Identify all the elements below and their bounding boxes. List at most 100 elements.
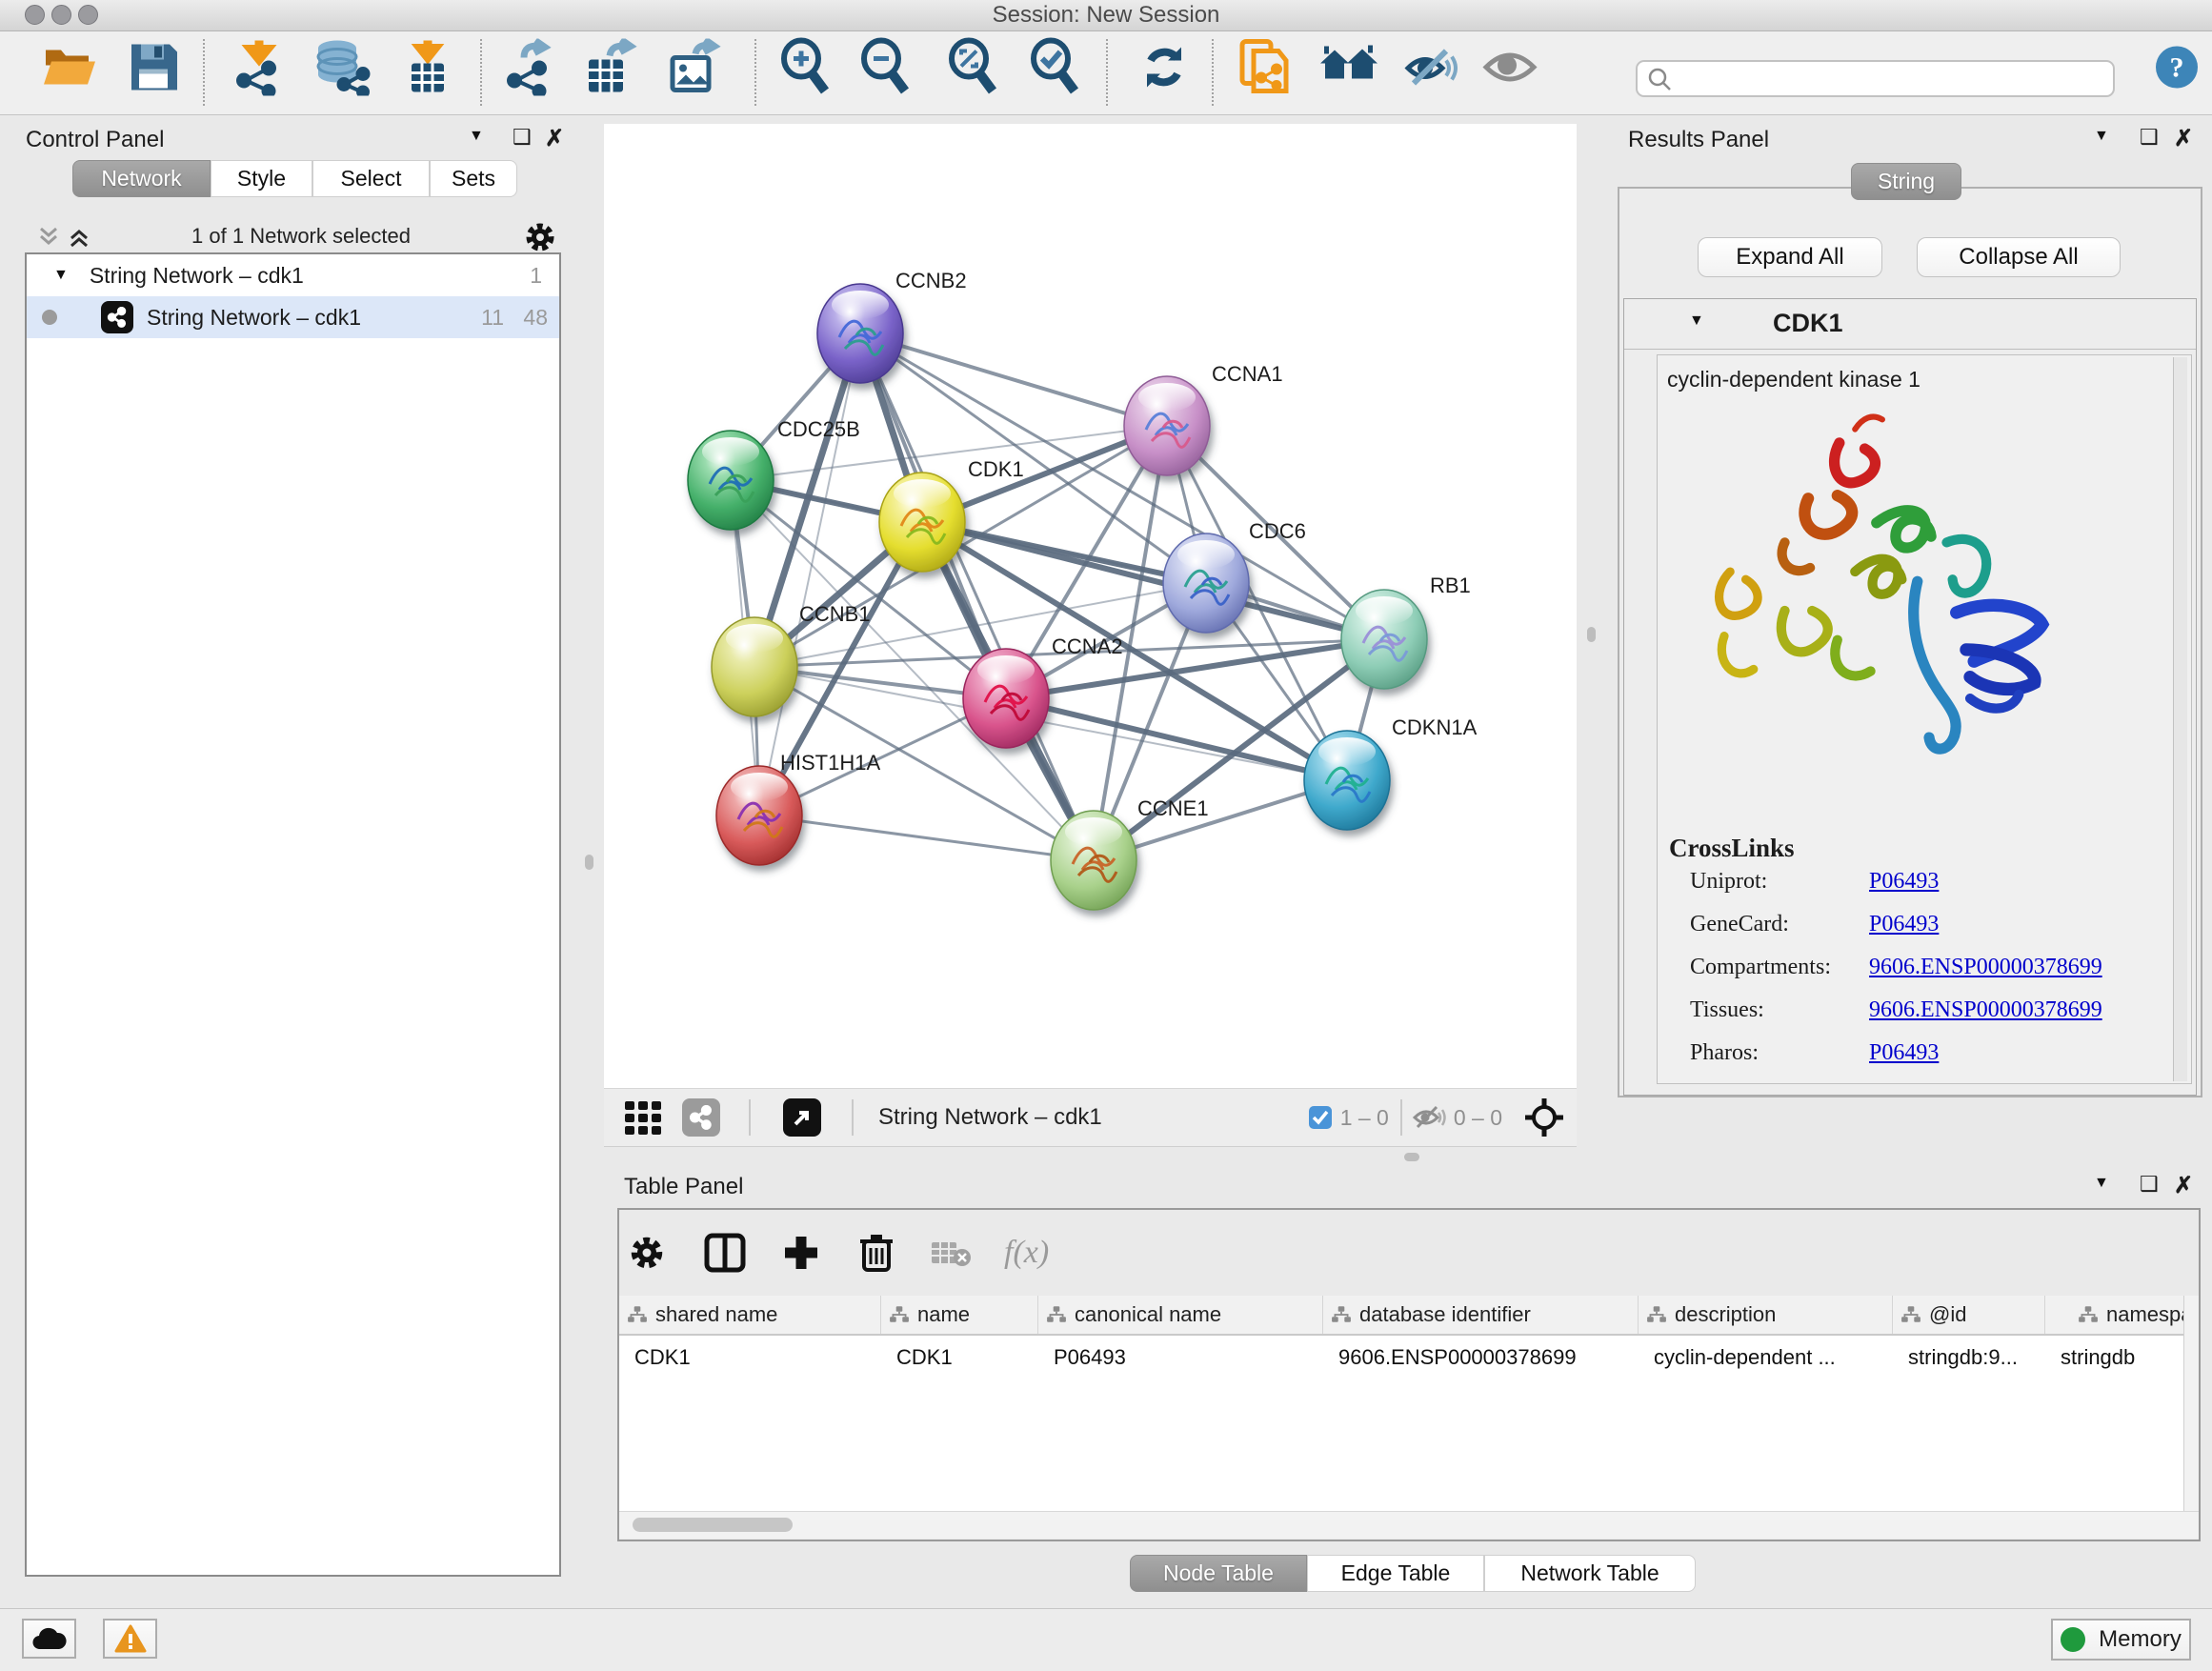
results-panel-float-icon[interactable]: ❑ bbox=[2140, 125, 2159, 150]
network-node-CDK1[interactable] bbox=[879, 473, 965, 572]
network-node-CDC6[interactable] bbox=[1163, 534, 1249, 633]
export-table-button[interactable] bbox=[583, 39, 638, 101]
table-panel-collapse-icon[interactable]: ▼ bbox=[2094, 1175, 2109, 1192]
network-edge[interactable] bbox=[922, 522, 1384, 639]
network-node-CDC25B[interactable] bbox=[688, 431, 774, 530]
chevron-double-down-icon[interactable] bbox=[36, 225, 61, 250]
network-share-view-icon[interactable] bbox=[682, 1098, 720, 1137]
save-session-button[interactable] bbox=[128, 41, 179, 99]
table-cell[interactable]: P06493 bbox=[1038, 1345, 1323, 1370]
table-horizontal-scrollbar[interactable] bbox=[619, 1511, 2199, 1539]
results-panel-close-icon[interactable]: ✗ bbox=[2174, 125, 2193, 152]
network-node-CCNA2[interactable] bbox=[963, 649, 1049, 748]
table-panel-close-icon[interactable]: ✗ bbox=[2174, 1172, 2193, 1199]
table-vertical-scrollbar[interactable] bbox=[2183, 1296, 2199, 1511]
tab-sets[interactable]: Sets bbox=[430, 160, 517, 197]
tab-network[interactable]: Network bbox=[72, 160, 211, 197]
column-header-shared-name[interactable]: shared name bbox=[619, 1296, 881, 1334]
network-edge[interactable] bbox=[860, 333, 1094, 860]
column-header-description[interactable]: description bbox=[1639, 1296, 1893, 1334]
column-header-namespace[interactable]: namespace bbox=[2045, 1296, 2199, 1334]
help-button[interactable]: ? bbox=[2155, 46, 2199, 94]
table-cell[interactable]: cyclin-dependent ... bbox=[1639, 1345, 1893, 1370]
bottom-splitter-handle[interactable] bbox=[1404, 1153, 1419, 1161]
column-header-database-identifier[interactable]: database identifier bbox=[1323, 1296, 1639, 1334]
network-edge[interactable] bbox=[759, 333, 860, 815]
zoom-in-button[interactable] bbox=[777, 38, 833, 102]
control-panel-close-icon[interactable]: ✗ bbox=[545, 125, 564, 152]
delete-column-icon[interactable] bbox=[857, 1232, 895, 1274]
results-scrollbar[interactable] bbox=[2173, 357, 2187, 1081]
cloud-button[interactable] bbox=[22, 1619, 76, 1659]
network-node-HIST1H1A[interactable] bbox=[716, 766, 802, 865]
gear-icon[interactable] bbox=[524, 221, 556, 253]
crosslink-link[interactable]: 9606.ENSP00000378699 bbox=[1869, 955, 2102, 980]
home-button[interactable] bbox=[1318, 43, 1379, 97]
zoom-fit-button[interactable] bbox=[945, 38, 1000, 102]
crosslink-link[interactable]: P06493 bbox=[1869, 912, 1939, 937]
table-cell[interactable]: CDK1 bbox=[881, 1345, 1038, 1370]
tab-edge-table[interactable]: Edge Table bbox=[1307, 1555, 1484, 1592]
refresh-view-button[interactable] bbox=[1139, 42, 1189, 98]
table-cell[interactable]: CDK1 bbox=[619, 1345, 881, 1370]
table-cell[interactable]: stringdb bbox=[2045, 1345, 2199, 1370]
control-panel-float-icon[interactable]: ❑ bbox=[513, 125, 532, 150]
export-network-button[interactable] bbox=[503, 39, 556, 101]
import-network-button[interactable] bbox=[232, 39, 286, 101]
search-input[interactable] bbox=[1672, 66, 2113, 92]
control-panel-collapse-icon[interactable]: ▼ bbox=[469, 128, 484, 145]
grid-view-icon[interactable] bbox=[621, 1096, 665, 1139]
table-cell[interactable]: stringdb:9... bbox=[1893, 1345, 2045, 1370]
network-edge[interactable] bbox=[759, 815, 1094, 860]
network-canvas[interactable]: CCNB2CCNA1CDC25BCDK1CDC6RB1CCNB1CCNA2CDK… bbox=[604, 124, 1577, 1088]
import-table-button[interactable] bbox=[404, 39, 452, 101]
network-edge[interactable] bbox=[860, 333, 1167, 426]
crosslink-link[interactable]: P06493 bbox=[1869, 869, 1939, 895]
search-field[interactable] bbox=[1636, 60, 2115, 97]
network-node-CCNB2[interactable] bbox=[817, 284, 903, 383]
chevron-double-up-icon[interactable] bbox=[67, 225, 91, 250]
table-cell[interactable]: 9606.ENSP00000378699 bbox=[1323, 1345, 1639, 1370]
right-splitter-handle[interactable] bbox=[1587, 627, 1596, 642]
network-node-CCNA1[interactable] bbox=[1124, 376, 1210, 475]
tab-select[interactable]: Select bbox=[312, 160, 430, 197]
network-collection-row[interactable]: ▼ String Network – cdk1 1 bbox=[27, 254, 559, 296]
memory-button[interactable]: Memory bbox=[2051, 1619, 2191, 1661]
add-column-icon[interactable] bbox=[781, 1233, 821, 1273]
fit-content-crosshair-icon[interactable] bbox=[1523, 1097, 1565, 1138]
selected-checkbox-icon[interactable] bbox=[1308, 1105, 1333, 1130]
results-panel-collapse-icon[interactable]: ▼ bbox=[2094, 128, 2109, 145]
zoom-out-button[interactable] bbox=[857, 38, 913, 102]
network-node-CDKN1A[interactable] bbox=[1304, 731, 1390, 830]
tab-network-table[interactable]: Network Table bbox=[1484, 1555, 1696, 1592]
network-node-RB1[interactable] bbox=[1341, 590, 1427, 689]
tab-node-table[interactable]: Node Table bbox=[1130, 1555, 1307, 1592]
export-image-button[interactable] bbox=[667, 39, 722, 101]
import-network-from-database-button[interactable] bbox=[311, 39, 373, 101]
warnings-button[interactable] bbox=[103, 1619, 157, 1659]
clone-network-button[interactable] bbox=[1237, 38, 1290, 102]
network-node-CCNE1[interactable] bbox=[1051, 811, 1136, 910]
show-all-button[interactable] bbox=[1482, 48, 1538, 92]
gene-collapse-icon[interactable]: ▼ bbox=[1689, 312, 1704, 330]
crosslink-link[interactable]: 9606.ENSP00000378699 bbox=[1869, 997, 2102, 1023]
left-splitter-handle[interactable] bbox=[585, 855, 593, 870]
table-row[interactable]: CDK1CDK1P064939606.ENSP00000378699cyclin… bbox=[619, 1336, 2199, 1379]
zoom-selected-button[interactable] bbox=[1027, 38, 1082, 102]
column-header-canonical-name[interactable]: canonical name bbox=[1038, 1296, 1323, 1334]
crosslink-link[interactable]: P06493 bbox=[1869, 1040, 1939, 1066]
network-node-CCNB1[interactable] bbox=[712, 617, 797, 716]
expand-all-button[interactable]: Expand All bbox=[1698, 237, 1882, 277]
network-row[interactable]: String Network – cdk1 11 48 bbox=[27, 296, 559, 338]
open-in-new-window-icon[interactable] bbox=[783, 1098, 821, 1137]
table-gear-icon[interactable] bbox=[629, 1235, 665, 1271]
collapse-all-button[interactable]: Collapse All bbox=[1917, 237, 2121, 277]
column-header--id[interactable]: @id bbox=[1893, 1296, 2045, 1334]
tree-expand-icon[interactable]: ▼ bbox=[53, 267, 69, 284]
tab-string[interactable]: String bbox=[1851, 163, 1961, 200]
tab-style[interactable]: Style bbox=[211, 160, 312, 197]
table-panel-float-icon[interactable]: ❑ bbox=[2140, 1172, 2159, 1197]
column-header-name[interactable]: name bbox=[881, 1296, 1038, 1334]
hide-selected-button[interactable] bbox=[1404, 44, 1458, 96]
open-session-button[interactable] bbox=[40, 41, 99, 99]
